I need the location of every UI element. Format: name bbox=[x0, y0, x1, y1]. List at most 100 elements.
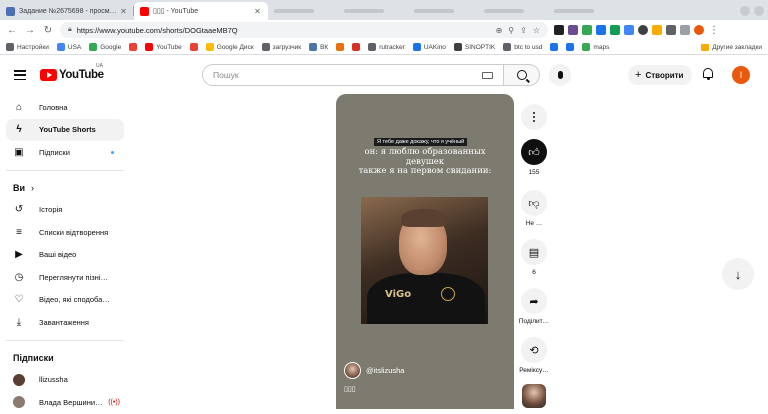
microphone-icon bbox=[557, 71, 563, 79]
extension-icon[interactable] bbox=[568, 25, 578, 35]
reload-icon[interactable]: ↻ bbox=[42, 25, 54, 36]
sidebar-item-playlists[interactable]: ≡ Списки відтворення bbox=[6, 221, 124, 244]
extension-icon[interactable] bbox=[596, 25, 606, 35]
browser-tab[interactable] bbox=[268, 2, 338, 20]
extension-icon[interactable] bbox=[582, 25, 592, 35]
bookmark-item[interactable]: YouTube bbox=[145, 43, 182, 51]
zoom-icon[interactable]: ⚲ bbox=[508, 26, 514, 35]
notifications-bell-icon[interactable] bbox=[702, 68, 714, 81]
lock-icon[interactable]: 🔒︎ bbox=[68, 26, 72, 34]
like-button[interactable]: 👍︎ 155 bbox=[520, 139, 548, 176]
bookmark-item[interactable] bbox=[566, 43, 575, 51]
browser-tab[interactable] bbox=[338, 2, 408, 20]
sidebar-item-subscriptions[interactable]: ▣ Підписки bbox=[6, 141, 124, 164]
bookmark-item[interactable] bbox=[352, 43, 361, 51]
next-short-button[interactable]: ↓ bbox=[722, 258, 754, 290]
channel-avatar[interactable] bbox=[344, 362, 361, 379]
share-button[interactable]: ➦ Поділит… bbox=[519, 288, 549, 325]
sidebar-item-watch-later[interactable]: ◷ Переглянути пізні… bbox=[6, 266, 124, 289]
search-icon bbox=[516, 70, 527, 80]
bookmark-item[interactable]: UAKino bbox=[412, 43, 446, 51]
bookmark-item[interactable] bbox=[550, 43, 559, 51]
extension-icon[interactable] bbox=[652, 25, 662, 35]
search-button[interactable] bbox=[504, 64, 540, 86]
omnibox-actions: ⊕ ⚲ ⇪ ☆ bbox=[496, 26, 540, 35]
browser-tab[interactable] bbox=[408, 2, 478, 20]
sidebar-item-shorts[interactable]: ϟ YouTube Shorts bbox=[6, 118, 124, 141]
extension-icon[interactable] bbox=[638, 25, 648, 35]
voice-search-button[interactable] bbox=[549, 64, 571, 86]
tab-title: ▯▯▯ - YouTube bbox=[153, 8, 199, 15]
search-bar: Пошук bbox=[202, 64, 540, 86]
sidebar-subscription-item[interactable]: Влада Вершини… ((•)) bbox=[6, 391, 124, 414]
sidebar-panel-icon[interactable] bbox=[680, 25, 690, 35]
minimize-icon[interactable] bbox=[740, 6, 750, 16]
extension-icon[interactable] bbox=[624, 25, 634, 35]
bookmark-star-icon[interactable]: ☆ bbox=[533, 26, 540, 35]
shorts-actions: 👍︎ 155 👎︎ Не … ▤ 6 ➦ Поділит… ⟲ Реміксу… bbox=[516, 94, 554, 409]
bookmark-item[interactable]: USA bbox=[56, 43, 81, 51]
bookmark-item[interactable]: Google bbox=[89, 43, 121, 51]
puzzle-extensions-icon[interactable] bbox=[666, 25, 676, 35]
keyboard-icon[interactable] bbox=[482, 71, 493, 79]
close-tab-icon[interactable]: ✕ bbox=[119, 7, 128, 16]
bookmark-item[interactable]: rutracker bbox=[368, 43, 405, 51]
bookmark-item[interactable]: Google Диск bbox=[205, 43, 254, 51]
sidebar-subscription-item[interactable]: llizussha bbox=[6, 369, 124, 392]
bookmark-item[interactable] bbox=[129, 43, 138, 51]
bookmark-item[interactable]: btc to usd bbox=[503, 43, 542, 51]
youtube-logo[interactable]: YouTube UA bbox=[40, 63, 104, 81]
shirt-emblem-icon bbox=[441, 287, 455, 301]
sidebar-you-heading[interactable]: Ви › bbox=[6, 177, 124, 199]
bookmark-item[interactable]: maps bbox=[582, 43, 609, 51]
back-arrow-icon[interactable]: ← bbox=[6, 25, 18, 36]
shorts-video-player[interactable]: Я тебе даже докажу, что я учёный он: я л… bbox=[336, 94, 514, 409]
bookmark-item[interactable]: Настройки bbox=[6, 43, 49, 51]
remix-button[interactable]: ⟲ Реміксу… bbox=[519, 337, 549, 374]
watch-later-icon: ◷ bbox=[14, 271, 24, 283]
forward-arrow-icon[interactable]: → bbox=[24, 25, 36, 36]
shirt-brand-text: ViGo bbox=[385, 289, 412, 300]
channel-row[interactable]: @itslizusha bbox=[344, 362, 404, 379]
extension-icon[interactable] bbox=[554, 25, 564, 35]
bookmark-item[interactable] bbox=[189, 43, 198, 51]
more-options-button[interactable] bbox=[520, 104, 548, 130]
channel-avatar bbox=[13, 373, 25, 386]
channel-handle[interactable]: @itslizusha bbox=[366, 366, 404, 375]
close-tab-icon[interactable]: ✕ bbox=[253, 7, 262, 16]
browser-menu-icon[interactable]: ⋮ bbox=[708, 25, 720, 36]
search-input[interactable]: Пошук bbox=[202, 64, 504, 86]
plus-icon: + bbox=[635, 69, 642, 81]
account-avatar[interactable]: I bbox=[732, 66, 750, 84]
profile-avatar-icon[interactable] bbox=[694, 25, 704, 35]
menu-hamburger-icon[interactable] bbox=[14, 70, 26, 80]
bookmark-item[interactable]: ВК bbox=[309, 43, 328, 51]
comments-button[interactable]: ▤ 6 bbox=[520, 239, 548, 276]
browser-tab-youtube[interactable]: ▯▯▯ - YouTube ✕ bbox=[134, 2, 268, 20]
sidebar-item-your-videos[interactable]: ▶ Ваші відео bbox=[6, 244, 124, 267]
bookmark-item[interactable]: загрузчик bbox=[261, 43, 301, 51]
browser-tab-task[interactable]: Задание №2675698 - просмотр з ✕ bbox=[0, 2, 134, 20]
sidebar-item-liked-videos[interactable]: ♡ Відео, які сподоба… bbox=[6, 289, 124, 312]
bookmark-item[interactable] bbox=[336, 43, 345, 51]
maximize-icon[interactable] bbox=[754, 6, 764, 16]
browser-tab[interactable] bbox=[478, 2, 548, 20]
bookmark-item[interactable]: SINOPTIK bbox=[453, 43, 495, 51]
subscriptions-icon: ▣ bbox=[14, 146, 24, 158]
sidebar-item-downloads[interactable]: ⤓ Завантаження bbox=[6, 311, 124, 334]
address-bar[interactable]: 🔒︎ https://www.youtube.com/shorts/DOGtaa… bbox=[60, 22, 548, 38]
share-icon[interactable]: ⇪ bbox=[520, 26, 527, 35]
tab-title: Задание №2675698 - просмотр з bbox=[19, 7, 119, 15]
other-bookmarks[interactable]: Другие закладки bbox=[701, 43, 762, 51]
translate-icon[interactable]: ⊕ bbox=[496, 26, 503, 35]
sound-source-thumbnail[interactable] bbox=[522, 384, 546, 408]
sidebar-item-home[interactable]: ⌂ Головна bbox=[6, 96, 124, 119]
playlists-icon: ≡ bbox=[16, 226, 22, 238]
browser-toolbar: ← → ↻ 🔒︎ https://www.youtube.com/shorts/… bbox=[0, 20, 768, 40]
like-icon: ♡ bbox=[14, 294, 24, 306]
browser-tab[interactable] bbox=[548, 2, 618, 20]
create-button[interactable]: + Створити bbox=[628, 65, 693, 85]
dislike-button[interactable]: 👎︎ Не … bbox=[520, 190, 548, 227]
extension-icon[interactable] bbox=[610, 25, 620, 35]
sidebar-item-history[interactable]: ↺ Історія bbox=[6, 199, 124, 222]
